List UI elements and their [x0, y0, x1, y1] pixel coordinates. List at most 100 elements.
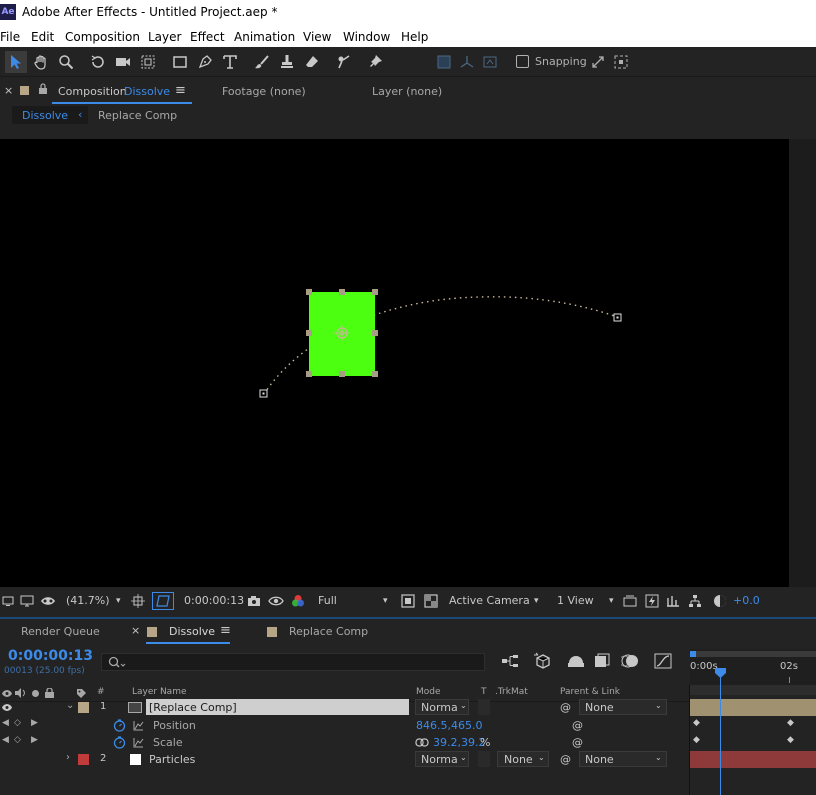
- layer-handle-l[interactable]: [306, 330, 312, 336]
- layer-2-name[interactable]: Particles: [149, 753, 195, 766]
- layer-1-label-color[interactable]: [78, 702, 89, 713]
- type-tool-icon[interactable]: [219, 51, 241, 73]
- scale-prev-keyframe-icon[interactable]: ◀: [2, 735, 9, 745]
- transparency-grid-icon[interactable]: [424, 594, 438, 611]
- view-axis-mode-icon[interactable]: [479, 51, 501, 73]
- draft-3d-icon[interactable]: [533, 652, 553, 673]
- pan-behind-tool-icon[interactable]: [137, 51, 159, 73]
- position-graph-icon[interactable]: [133, 720, 144, 731]
- snapshot-camera-icon[interactable]: [247, 595, 261, 610]
- view-layout-dropdown[interactable]: 1 View: [557, 594, 594, 607]
- show-snapshot-icon[interactable]: [268, 594, 284, 611]
- composition-panel-menu-icon[interactable]: ≡: [175, 83, 186, 98]
- position-keyframe-2[interactable]: ◆: [787, 718, 794, 728]
- shy-layers-icon[interactable]: [567, 653, 585, 672]
- motion-blur-icon[interactable]: [619, 653, 639, 672]
- monitor-icon[interactable]: [20, 595, 34, 610]
- frame-blending-icon[interactable]: [594, 653, 610, 672]
- current-time-display[interactable]: 0:00:00:13: [184, 594, 244, 607]
- menu-edit[interactable]: Edit: [31, 30, 54, 44]
- world-axis-mode-icon[interactable]: [456, 51, 478, 73]
- layer-1-preserve-transparency[interactable]: [478, 699, 490, 715]
- layer-row-2[interactable]: › 2 Particles Norma ⌄ None ⌄ @ None ⌄: [0, 751, 690, 768]
- layer-2-pickwhip-icon[interactable]: @: [560, 753, 571, 766]
- region-of-interest-icon[interactable]: [401, 594, 415, 611]
- layer-handle-b[interactable]: [339, 371, 345, 377]
- scale-graph-icon[interactable]: [133, 737, 144, 748]
- menu-window[interactable]: Window: [343, 30, 390, 44]
- col-layer-name[interactable]: Layer Name: [132, 687, 187, 697]
- layer-1-parent-dropdown[interactable]: None ⌄: [579, 699, 667, 715]
- layer-row-1[interactable]: ⌄ 1 [Replace Comp] Norma ⌄ @ None ⌄: [0, 699, 690, 716]
- scale-keyframe-1[interactable]: ◆: [693, 735, 700, 745]
- constrain-proportions-link-icon[interactable]: [415, 738, 429, 747]
- position-keyframe-1[interactable]: ◆: [693, 718, 700, 728]
- exposure-value[interactable]: +0.0: [733, 594, 760, 607]
- composition-tab-name[interactable]: Dissolve: [124, 85, 170, 98]
- scale-stopwatch-icon[interactable]: [113, 736, 126, 749]
- layer-1-expand-icon[interactable]: ⌄: [66, 700, 74, 711]
- camera-tool-icon[interactable]: [112, 51, 134, 73]
- resolution-dropdown[interactable]: Full: [318, 594, 337, 607]
- work-area-bar[interactable]: [690, 651, 816, 657]
- composition-tab-prefix[interactable]: Composition: [58, 85, 127, 98]
- menu-layer[interactable]: Layer: [148, 30, 181, 44]
- close-composition-panel-button[interactable]: ×: [4, 84, 13, 97]
- reset-exposure-icon[interactable]: [713, 594, 727, 611]
- current-time-indicator[interactable]: 0:00:00:13: [8, 648, 93, 664]
- graph-editor-icon[interactable]: [654, 653, 672, 672]
- playhead-handle-icon[interactable]: [714, 667, 727, 679]
- menu-composition[interactable]: Composition: [65, 30, 140, 44]
- layer-handle-tr[interactable]: [372, 289, 378, 295]
- layer-1-track-bar[interactable]: [690, 699, 816, 716]
- scale-property-row[interactable]: ◀ ◇ ▶ Scale 39.2,39.2 % @: [0, 734, 690, 751]
- scale-next-keyframe-icon[interactable]: ▶: [31, 735, 38, 745]
- rotation-tool-icon[interactable]: [87, 51, 109, 73]
- position-stopwatch-icon[interactable]: [113, 719, 126, 732]
- layer-handle-tl[interactable]: [306, 289, 312, 295]
- dissolve-timeline-tab[interactable]: Dissolve: [169, 625, 215, 638]
- zoom-tool-icon[interactable]: [55, 51, 77, 73]
- layer-2-mode-dropdown[interactable]: Norma ⌄: [415, 751, 469, 767]
- layer-2-label-color[interactable]: [78, 754, 89, 765]
- layer-2-expand-icon[interactable]: ›: [66, 752, 70, 763]
- scale-pickwhip-icon[interactable]: @: [572, 736, 583, 749]
- menu-help[interactable]: Help: [401, 30, 428, 44]
- footage-tab[interactable]: Footage (none): [222, 85, 306, 98]
- menu-file[interactable]: File: [0, 30, 20, 44]
- render-queue-tab[interactable]: Render Queue: [21, 625, 100, 638]
- eraser-tool-icon[interactable]: [301, 51, 323, 73]
- layer-handle-t[interactable]: [339, 289, 345, 295]
- layer-1-pickwhip-icon[interactable]: @: [560, 701, 571, 714]
- scale-keyframe-2[interactable]: ◆: [787, 735, 794, 745]
- selection-tool-icon[interactable]: [5, 51, 27, 73]
- menu-effect[interactable]: Effect: [190, 30, 225, 44]
- prev-keyframe-icon[interactable]: ◀: [2, 718, 9, 728]
- timeline-link-icon[interactable]: [666, 594, 680, 611]
- layer-search-input[interactable]: [101, 653, 485, 671]
- layer-2-parent-dropdown[interactable]: None ⌄: [579, 751, 667, 767]
- menu-view[interactable]: View: [303, 30, 331, 44]
- composition-viewer[interactable]: [0, 139, 789, 587]
- timeline-panel-menu-icon[interactable]: ≡: [220, 623, 231, 638]
- clone-stamp-tool-icon[interactable]: [276, 51, 298, 73]
- layer-handle-bl[interactable]: [306, 371, 312, 377]
- comp-mini-flowchart-icon[interactable]: [501, 654, 519, 671]
- hand-tool-icon[interactable]: [30, 51, 52, 73]
- snapping-checkbox[interactable]: [516, 55, 529, 68]
- channel-rgb-icon[interactable]: [291, 594, 305, 611]
- layer-1-name[interactable]: [Replace Comp]: [149, 701, 237, 714]
- snap-feature-icon[interactable]: [610, 51, 632, 73]
- fast-previews-icon[interactable]: [645, 594, 659, 611]
- layer-1-mode-dropdown[interactable]: Norma ⌄: [415, 699, 469, 715]
- layer-1-visibility-icon[interactable]: [2, 703, 12, 712]
- pen-tool-icon[interactable]: [194, 51, 216, 73]
- layer-handle-br[interactable]: [372, 371, 378, 377]
- breadcrumb-dissolve[interactable]: Dissolve: [22, 109, 68, 122]
- layer-2-trkmat-dropdown[interactable]: None ⌄: [497, 751, 549, 767]
- local-axis-mode-icon[interactable]: [433, 51, 455, 73]
- playhead-line[interactable]: [720, 675, 721, 795]
- scale-value[interactable]: 39.2,39.2: [433, 736, 485, 749]
- add-keyframe-icon[interactable]: ◇: [14, 718, 21, 728]
- comp-flowchart-icon[interactable]: [688, 594, 702, 611]
